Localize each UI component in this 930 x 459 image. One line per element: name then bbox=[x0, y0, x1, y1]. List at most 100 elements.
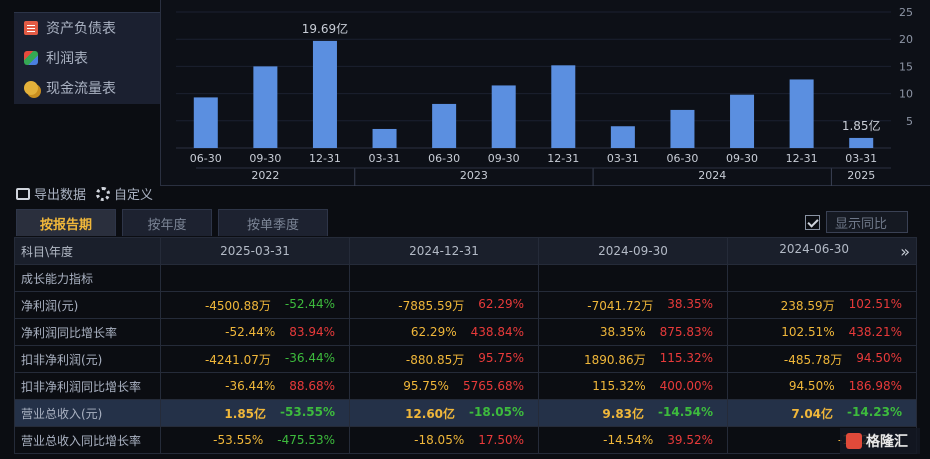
cell-change: 95.75% bbox=[478, 350, 524, 365]
table-cell: -14.54% 39.52% bbox=[538, 426, 728, 454]
table-cell: 95.75% 5765.68% bbox=[349, 372, 539, 400]
gear-icon bbox=[96, 186, 111, 201]
row-label: 扣非净利润同比增长率 bbox=[14, 372, 161, 400]
bar bbox=[789, 79, 814, 148]
cell-change: 38.35% bbox=[667, 296, 713, 311]
cell-change: -475.53% bbox=[277, 433, 335, 447]
revenue-bar-chart: 5 10 15 20 25 06-30 09-30 12-31 03-31 06-30 09-30 1… bbox=[160, 0, 930, 186]
table-cell: 12.60亿 -18.05% bbox=[349, 399, 539, 427]
table-cell: -7041.72万 38.35% bbox=[538, 291, 728, 319]
table-cell: -18.05% 17.50% bbox=[349, 426, 539, 454]
menu-item-cash-flow[interactable]: 现金流量表 bbox=[14, 73, 160, 103]
data-label: 1.85亿 bbox=[842, 118, 881, 133]
row-label: 成长能力指标 bbox=[14, 264, 161, 292]
toolbar: 导出数据 自定义 bbox=[16, 184, 153, 203]
year-label: 2025 bbox=[847, 169, 875, 182]
cell-value: 1.85亿 bbox=[224, 406, 267, 421]
x-tick-label: 09-30 bbox=[488, 152, 520, 165]
year-label: 2023 bbox=[460, 169, 488, 182]
cell-change: -53.55% bbox=[280, 404, 335, 419]
table-cell bbox=[727, 264, 917, 292]
menu-item-label: 现金流量表 bbox=[46, 81, 116, 97]
table-cell: 1.85亿 -53.55% bbox=[160, 399, 350, 427]
financial-indicators-table: 科目\年度 2025-03-31 2024-12-31 2024-09-30 2… bbox=[14, 237, 917, 454]
tab-by-quarter[interactable]: 按单季度 bbox=[218, 209, 328, 236]
x-tick-label: 09-30 bbox=[249, 152, 281, 165]
column-header: 2024-06-30 » bbox=[727, 237, 917, 265]
cell-value: 1890.86万 bbox=[583, 352, 646, 367]
column-header: 2024-09-30 bbox=[538, 237, 728, 265]
table-cell: -7885.59万 62.29% bbox=[349, 291, 539, 319]
table-header-row: 科目\年度 2025-03-31 2024-12-31 2024-09-30 2… bbox=[14, 237, 917, 265]
x-tick-label: 03-31 bbox=[369, 152, 401, 165]
menu-item-income-statement[interactable]: 利润表 bbox=[14, 43, 160, 73]
cell-value: 95.75% bbox=[403, 379, 449, 393]
cell-change: 39.52% bbox=[667, 433, 713, 447]
show-yoy-checkbox[interactable] bbox=[805, 214, 820, 230]
menu-item-label: 利润表 bbox=[46, 51, 88, 67]
table-row: 净利润同比增长率 -52.44% 83.94% 62.29% 438.84% 38.35%… bbox=[14, 318, 917, 346]
x-tick-label: 12-31 bbox=[547, 152, 579, 165]
menu-item-label: 资产负债表 bbox=[46, 21, 116, 37]
watermark-logo: 格隆汇 bbox=[840, 428, 920, 454]
column-header: 2024-12-31 bbox=[349, 237, 539, 265]
chart-svg: 51015202506-30 09-30 12-31 03-31 06-30 09-30 1… bbox=[176, 6, 913, 186]
tab-by-report-period[interactable]: 按报告期 bbox=[16, 209, 116, 236]
table-cell: 38.35% 875.83% bbox=[538, 318, 728, 346]
cell-value: -7041.72万 bbox=[587, 298, 654, 313]
y-tick-label: 15 bbox=[899, 60, 913, 73]
table-cell: -53.55% -475.53% bbox=[160, 426, 350, 454]
table-cell: -4500.88万 -52.44% bbox=[160, 291, 350, 319]
export-label: 导出数据 bbox=[34, 188, 87, 203]
table-cell: -485.78万 94.50% bbox=[727, 345, 917, 373]
cell-value: -4241.07万 bbox=[204, 352, 271, 367]
cell-value: -7885.59万 bbox=[398, 298, 465, 313]
bar bbox=[491, 85, 516, 148]
cell-change: -36.44% bbox=[284, 350, 335, 365]
tab-by-year[interactable]: 按年度 bbox=[122, 209, 212, 236]
table-cell: 94.50% 186.98% bbox=[727, 372, 917, 400]
chevrons-right-icon[interactable]: » bbox=[900, 242, 910, 261]
document-icon bbox=[24, 21, 38, 35]
cell-change: 438.84% bbox=[470, 325, 524, 339]
cell-value: -4500.88万 bbox=[204, 298, 271, 313]
cell-change: 875.83% bbox=[659, 325, 713, 339]
cell-value: -14.54% bbox=[603, 433, 654, 447]
cell-value: 62.29% bbox=[410, 325, 457, 339]
x-tick-label: 06-30 bbox=[190, 152, 222, 165]
table-cell bbox=[538, 264, 728, 292]
x-tick-label: 12-31 bbox=[786, 152, 818, 165]
bar bbox=[610, 126, 635, 148]
column-header: 2025-03-31 bbox=[160, 237, 350, 265]
menu-item-balance-sheet[interactable]: 资产负债表 bbox=[14, 13, 160, 43]
cell-value: 94.50% bbox=[788, 379, 835, 393]
table-row: 营业总收入同比增长率 -53.55% -475.53% -18.05% 17.50% -1… bbox=[14, 426, 917, 454]
cell-change: 400.00% bbox=[659, 379, 713, 393]
table-row: 扣非净利润同比增长率 -36.44% 88.68% 95.75% 5765.68% 115… bbox=[14, 372, 917, 400]
table-cell: -52.44% 83.94% bbox=[160, 318, 350, 346]
customize-label: 自定义 bbox=[114, 188, 154, 203]
y-tick-label: 5 bbox=[906, 115, 913, 128]
row-label: 净利润(元) bbox=[14, 291, 161, 319]
cell-value: -52.44% bbox=[225, 325, 276, 339]
row-label: 营业总收入(元) bbox=[14, 399, 161, 427]
cell-change: -14.23% bbox=[847, 404, 902, 419]
cube-icon bbox=[24, 51, 38, 65]
table-cell: 7.04亿 -14.23% bbox=[727, 399, 917, 427]
coins-icon bbox=[24, 81, 38, 95]
table-cell: 62.29% 438.84% bbox=[349, 318, 539, 346]
x-tick-label: 06-30 bbox=[666, 152, 698, 165]
cell-value: -53.55% bbox=[213, 433, 264, 447]
table-cell: -4241.07万 -36.44% bbox=[160, 345, 350, 373]
export-data-button[interactable]: 导出数据 bbox=[16, 184, 86, 203]
bar bbox=[193, 97, 218, 148]
data-label: 19.69亿 bbox=[302, 21, 348, 36]
cell-change: -52.44% bbox=[284, 296, 335, 311]
bar bbox=[312, 40, 337, 148]
show-yoy-toggle: 显示同比 bbox=[805, 211, 908, 233]
table-cell bbox=[160, 264, 350, 292]
cell-value: 238.59万 bbox=[780, 298, 835, 313]
customize-button[interactable]: 自定义 bbox=[96, 184, 153, 203]
show-yoy-button[interactable]: 显示同比 bbox=[826, 211, 908, 233]
row-label: 营业总收入同比增长率 bbox=[14, 426, 161, 454]
